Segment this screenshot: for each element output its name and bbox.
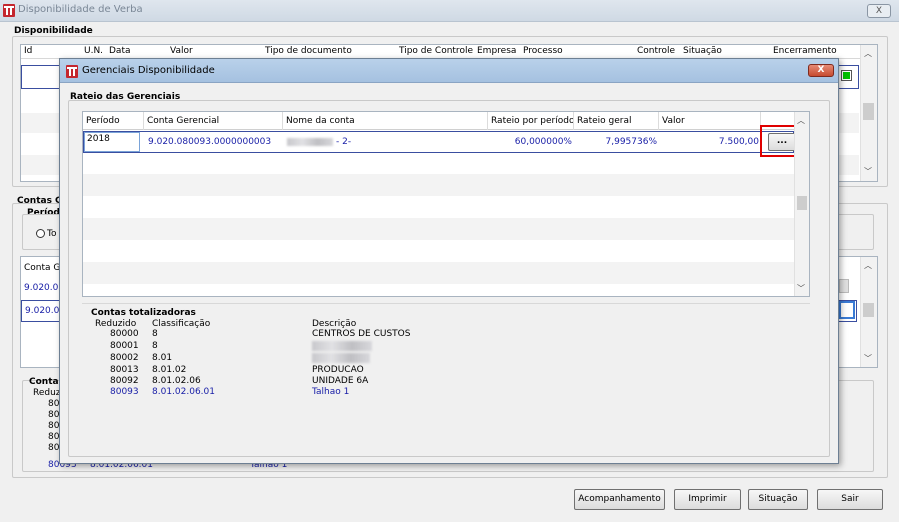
- section-title-disponibilidade: Disponibilidade: [14, 26, 93, 36]
- scroll-down-icon[interactable]: ﹀: [864, 166, 872, 177]
- modal-close-button[interactable]: X: [808, 64, 834, 77]
- scroll-thumb[interactable]: [863, 103, 874, 120]
- radio-todos[interactable]: [36, 229, 45, 238]
- cell-button[interactable]: [839, 279, 849, 293]
- col-header-tipo-controle[interactable]: Tipo de Controle: [399, 46, 473, 56]
- scroll-up-icon[interactable]: ︿: [864, 260, 872, 271]
- contas-totalizadoras-title: Contas totalizadoras: [91, 308, 196, 318]
- contas-totalizadoras-panel: Contas totalizadoras Reduzido Classifica…: [82, 303, 810, 433]
- col-header-tipo-documento[interactable]: Tipo de documento: [265, 46, 352, 56]
- rateio-geral-value: 7,995736%: [605, 137, 658, 147]
- col-header-valor[interactable]: Valor: [170, 46, 193, 56]
- descricao-redacted: [312, 341, 372, 351]
- reduzido-value: 80: [48, 410, 60, 420]
- reduzido-value: 80: [48, 421, 60, 431]
- reduzido-value: 80092: [110, 376, 139, 386]
- nome-conta-redacted: [287, 138, 333, 146]
- sair-button[interactable]: Sair: [817, 489, 883, 510]
- rateio-row-selected[interactable]: 2018 9.020.080093.0000000003 - 2- 60,000…: [83, 131, 794, 153]
- reduzido-value: 80013: [110, 365, 139, 375]
- col-header-nome-conta[interactable]: Nome da conta: [283, 112, 488, 130]
- scroll-down-icon[interactable]: ﹀: [864, 353, 872, 364]
- classificacao-value: 8: [152, 341, 158, 351]
- imprimir-button[interactable]: Imprimir: [674, 489, 741, 510]
- col-header-encerramento[interactable]: Encerramento: [773, 46, 837, 56]
- col-header-situacao[interactable]: Situação: [683, 46, 722, 56]
- status-green-indicator: [843, 72, 850, 79]
- rateio-header-row: Período Conta Gerencial Nome da conta Ra…: [83, 112, 794, 130]
- reduzido-value: 80: [48, 432, 60, 442]
- descricao-value: UNIDADE 6A: [312, 376, 369, 386]
- reduzido-value: 80000: [110, 329, 139, 339]
- reduzido-value: 80002: [110, 353, 139, 363]
- descricao-value: Talhao 1: [312, 387, 350, 397]
- periodo-cell-editor[interactable]: 2018: [84, 132, 140, 152]
- col-header-rateio-periodo[interactable]: Rateio por período: [488, 112, 574, 130]
- col-header-empresa[interactable]: Empresa: [477, 46, 516, 56]
- classificacao-value: 8.01: [152, 353, 173, 363]
- classificacao-value: 8: [152, 329, 158, 339]
- nome-conta-value: - 2-: [336, 137, 352, 147]
- radio-todos-label: To: [47, 229, 57, 239]
- table-row[interactable]: [83, 174, 794, 196]
- rateio-table[interactable]: Período Conta Gerencial Nome da conta Ra…: [82, 111, 810, 297]
- reduzido-value: 80: [48, 443, 60, 453]
- header-classificacao: Classificação: [152, 319, 211, 329]
- reduzido-value: 80: [48, 399, 60, 409]
- app-logo-icon: [3, 4, 15, 17]
- valor-value: 7.500,00: [718, 137, 759, 147]
- col-header-conta-gerencial[interactable]: Conta Gerencial: [144, 112, 283, 130]
- col-header-data[interactable]: Data: [109, 46, 131, 56]
- classificacao-value: 8.01.02.06.01: [152, 387, 215, 397]
- periodo-value: 2018: [87, 134, 110, 144]
- contas-vertical-scrollbar[interactable]: ︿ ﹀: [860, 257, 877, 367]
- col-header-periodo[interactable]: Período: [83, 112, 144, 130]
- scroll-thumb[interactable]: [797, 196, 807, 210]
- descricao-value: PRODUCAO: [312, 365, 364, 375]
- descricao-value: CENTROS DE CUSTOS: [312, 329, 411, 339]
- col-header-rateio-geral[interactable]: Rateio geral: [574, 112, 659, 130]
- ellipsis-button[interactable]: ...: [768, 133, 796, 151]
- col-header-valor[interactable]: Valor: [659, 112, 761, 130]
- table-row[interactable]: [83, 262, 794, 284]
- rateio-periodo-value: 60,000000%: [514, 137, 572, 147]
- descricao-redacted: [312, 353, 370, 363]
- header-reduzido: Reduzido: [95, 319, 137, 329]
- app-logo-icon: [66, 65, 78, 78]
- col-header-controle[interactable]: Controle: [637, 46, 675, 56]
- window-title: Disponibilidade de Verba: [18, 4, 143, 15]
- table-vertical-scrollbar[interactable]: ︿ ﹀: [860, 45, 877, 181]
- cell-button-focused[interactable]: [839, 301, 855, 319]
- modal-title: Gerenciais Disponibilidade: [82, 65, 215, 76]
- classificacao-value: 8.01.02.06: [152, 376, 201, 386]
- gerenciais-modal: Gerenciais Disponibilidade X Rateio das …: [59, 58, 839, 464]
- table-row[interactable]: [83, 218, 794, 240]
- reduzido-header-main: Reduz: [33, 388, 61, 398]
- col-header-un[interactable]: U.N.: [84, 46, 103, 56]
- scroll-thumb[interactable]: [863, 303, 874, 317]
- close-window-button[interactable]: X: [867, 4, 891, 18]
- scroll-up-icon[interactable]: ︿: [797, 115, 805, 126]
- header-descricao: Descrição: [312, 319, 357, 329]
- acompanhamento-button[interactable]: Acompanhamento: [574, 489, 665, 510]
- status-box: [841, 70, 852, 81]
- scroll-up-icon[interactable]: ︿: [864, 48, 872, 59]
- classificacao-value: 8.01.02: [152, 365, 187, 375]
- rateio-vertical-scrollbar[interactable]: ︿ ﹀: [794, 112, 809, 296]
- reduzido-value: 80093: [110, 387, 139, 397]
- table-header-row: Id U.N. Data Valor Tipo de documento Tip…: [21, 45, 861, 59]
- situacao-button[interactable]: Situação: [748, 489, 808, 510]
- col-header-processo[interactable]: Processo: [523, 46, 563, 56]
- scroll-down-icon[interactable]: ﹀: [797, 283, 805, 294]
- main-title-bar: Disponibilidade de Verba X: [0, 0, 899, 22]
- conta-gerencial-value: 9.020.080093.0000000003: [148, 137, 272, 147]
- modal-title-bar: Gerenciais Disponibilidade X: [60, 59, 838, 83]
- reduzido-value: 80001: [110, 341, 139, 351]
- col-header-id[interactable]: Id: [24, 46, 32, 56]
